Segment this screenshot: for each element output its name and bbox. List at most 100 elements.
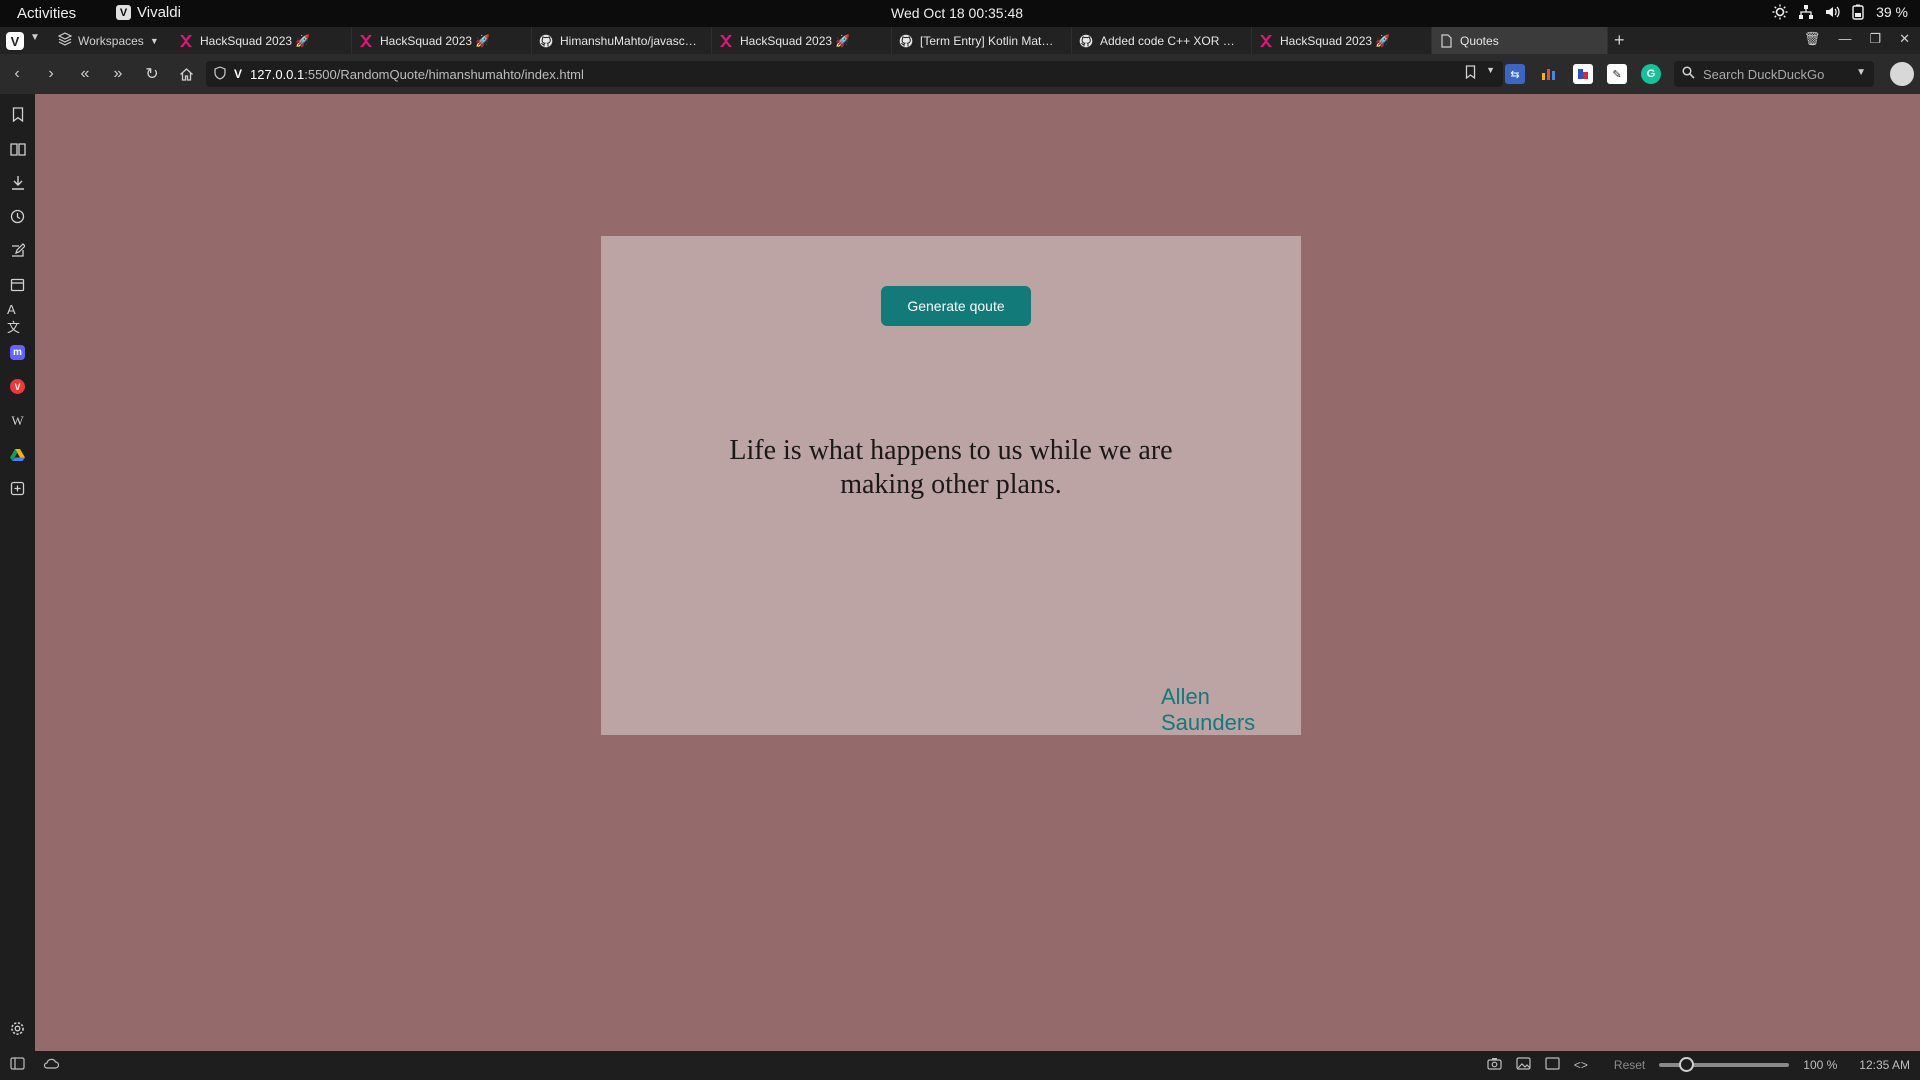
drive-icon[interactable] (7, 444, 28, 465)
system-tray[interactable]: 39 % (1772, 4, 1908, 20)
vivaldi-panel-icon[interactable]: V (7, 376, 28, 397)
forward-icon[interactable]: › (41, 64, 61, 84)
url-text: 127.0.0.1:5500/RandomQuote/himanshumahto… (250, 67, 584, 82)
wikipedia-icon[interactable]: W (7, 410, 28, 431)
browser-tab[interactable]: Quotes (1432, 27, 1608, 54)
vivaldi-menu-icon[interactable]: V (6, 32, 24, 50)
back-icon[interactable]: ‹ (7, 64, 27, 84)
mastodon-icon[interactable]: m (7, 342, 28, 363)
status-right: <> Reset 100 % 12:35 AM (1487, 1057, 1910, 1073)
reading-list-icon[interactable] (7, 138, 28, 159)
app-menu[interactable]: V Vivaldi (116, 4, 181, 21)
vivaldi-app-icon: V (116, 5, 131, 20)
capture-icon[interactable] (1487, 1057, 1502, 1073)
shield-icon[interactable] (214, 65, 226, 83)
hacksquad-icon (359, 34, 373, 48)
side-panel: A文 m V W (0, 94, 35, 1051)
volume-icon (1824, 4, 1840, 20)
history-icon[interactable] (7, 206, 28, 227)
github-icon (539, 34, 553, 48)
page-icon (1439, 33, 1453, 48)
address-bar: ‹ › « » ↻ V 127.0.0.1:5500/RandomQuote/h… (0, 54, 1920, 94)
chevron-down-icon[interactable]: ▼ (1486, 65, 1495, 82)
generate-quote-button[interactable]: Generate qoute (881, 286, 1031, 326)
browser-tab[interactable]: HackSquad 2023 🚀 (712, 27, 892, 54)
notes-icon[interactable] (7, 240, 28, 261)
tab-title: Quotes (1460, 33, 1499, 48)
search-icon (1682, 66, 1695, 82)
gnome-top-bar: Activities V Vivaldi Wed Oct 18 00:35:48… (0, 0, 1920, 27)
reload-icon[interactable]: ↻ (142, 64, 162, 84)
battery-icon (1850, 4, 1866, 20)
browser-tab[interactable]: [Term Entry] Kotlin Math ... (892, 27, 1072, 54)
profile-avatar[interactable] (1890, 62, 1914, 86)
window-controls: 🗑 — ❐ ✕ (1804, 31, 1910, 47)
image-toggle-icon[interactable] (1516, 1057, 1531, 1073)
tab-title: HimanshuMahto/javascri... (560, 33, 700, 48)
browser-tab[interactable]: HackSquad 2023 🚀 (352, 27, 532, 54)
github-icon (899, 34, 913, 48)
status-clock: 12:35 AM (1859, 1058, 1910, 1072)
browser-tab[interactable]: HackSquad 2023 🚀 (1252, 27, 1432, 54)
chevron-down-icon[interactable]: ▼ (1856, 67, 1866, 78)
tool-extension-icon[interactable]: ✎ (1607, 64, 1627, 84)
tab-strip: HackSquad 2023 🚀 HackSquad 2023 🚀 Himanshu… (172, 27, 1608, 54)
quote-author: Allen Saunders (1161, 684, 1256, 735)
vivaldi-site-icon: V (234, 67, 243, 81)
hacksquad-icon (719, 34, 733, 48)
calendar-icon[interactable] (7, 274, 28, 295)
restore-icon[interactable]: ❐ (1869, 31, 1881, 47)
browser-tab[interactable]: HimanshuMahto/javascri... (532, 27, 712, 54)
tab-title: HackSquad 2023 🚀 (380, 33, 491, 48)
trash-icon[interactable]: 🗑 (1804, 31, 1821, 47)
tab-title: HackSquad 2023 🚀 (200, 33, 311, 48)
settings-icon[interactable] (7, 1018, 28, 1039)
browser-tab[interactable]: HackSquad 2023 🚀 (172, 27, 352, 54)
grammarly-extension-icon[interactable]: G (1641, 64, 1661, 84)
zoom-slider-knob[interactable] (1679, 1057, 1695, 1072)
minimize-icon[interactable]: — (1838, 31, 1851, 47)
zoom-level: 100 % (1803, 1058, 1838, 1072)
url-path: :5500/RandomQuote/himanshumahto/index.ht… (304, 66, 584, 82)
bookmark-icon[interactable] (1465, 65, 1476, 82)
panel-toggle-icon[interactable] (10, 1057, 25, 1073)
page-actions-icon[interactable]: <> (1574, 1058, 1588, 1072)
chevron-down-icon: ▼ (149, 35, 159, 46)
quote-text: Life is what happens to us while we are … (729, 435, 1173, 500)
tab-title: HackSquad 2023 🚀 (1280, 33, 1391, 48)
color-extension-icon[interactable] (1573, 64, 1593, 84)
url-actions: ▼ (1465, 65, 1495, 82)
tab-title: HackSquad 2023 🚀 (740, 33, 851, 48)
translate-panel-icon[interactable]: A文 (7, 302, 28, 335)
quote-card: Generate qoute Life is what happens to u… (601, 236, 1301, 735)
close-icon[interactable]: ✕ (1899, 31, 1910, 47)
add-panel-icon[interactable] (7, 478, 28, 499)
translate-extension-icon[interactable]: ⇆ (1505, 64, 1525, 84)
layers-icon (57, 32, 73, 49)
battery-percent: 39 % (1876, 4, 1908, 20)
url-input[interactable]: V 127.0.0.1:5500/RandomQuote/himanshumah… (206, 61, 1503, 87)
search-placeholder: Search DuckDuckGo (1703, 66, 1825, 82)
fast-forward-icon[interactable]: » (108, 64, 128, 84)
rewind-icon[interactable]: « (75, 64, 95, 84)
clock[interactable]: Wed Oct 18 00:35:48 (891, 5, 1023, 21)
search-input[interactable]: Search DuckDuckGo ▼ (1674, 61, 1874, 87)
activities-button[interactable]: Activities (17, 5, 76, 22)
analytics-extension-icon[interactable] (1539, 64, 1559, 84)
downloads-icon[interactable] (7, 172, 28, 193)
zoom-slider[interactable] (1659, 1057, 1790, 1072)
hacksquad-icon (179, 34, 193, 48)
github-icon (1079, 34, 1093, 48)
browser-tab[interactable]: Added code C++ XOR by... (1072, 27, 1252, 54)
chevron-down-icon[interactable]: ▼ (30, 32, 40, 43)
brightness-icon (1772, 4, 1788, 20)
sync-cloud-icon[interactable] (43, 1057, 60, 1073)
workspaces-label: Workspaces (78, 33, 144, 48)
workspaces-button[interactable]: Workspaces ▼ (57, 32, 159, 49)
status-bar: <> Reset 100 % 12:35 AM (0, 1051, 1920, 1080)
page-tiling-icon[interactable] (1545, 1057, 1560, 1073)
new-tab-button[interactable]: + (1614, 30, 1625, 51)
home-icon[interactable] (176, 64, 196, 84)
bookmarks-panel-icon[interactable] (7, 104, 28, 125)
zoom-reset-button[interactable]: Reset (1614, 1058, 1645, 1072)
